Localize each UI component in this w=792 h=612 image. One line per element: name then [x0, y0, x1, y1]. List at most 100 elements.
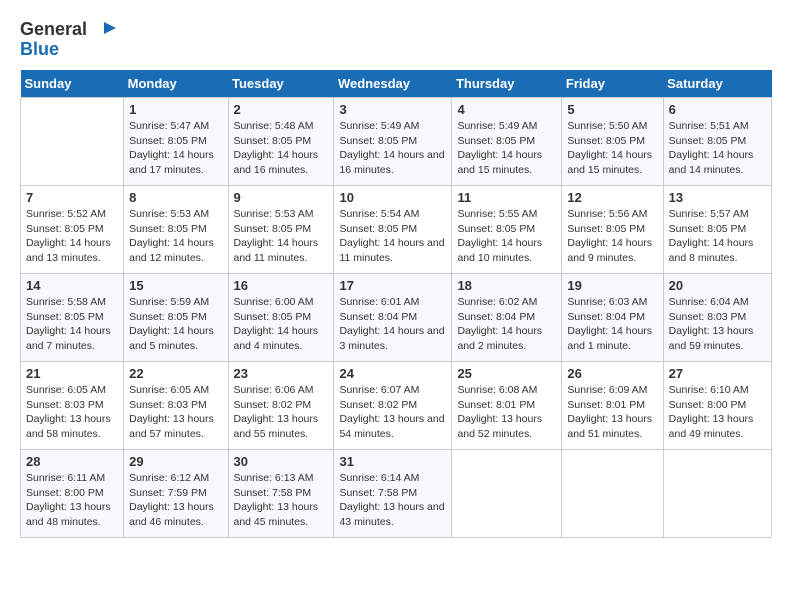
- week-row-4: 21 Sunrise: 6:05 AMSunset: 8:03 PMDayligh…: [21, 362, 772, 450]
- day-info: Sunrise: 5:51 AMSunset: 8:05 PMDaylight:…: [669, 119, 766, 178]
- day-number: 18: [457, 278, 556, 293]
- day-number: 1: [129, 102, 222, 117]
- calendar-cell: 24 Sunrise: 6:07 AMSunset: 8:02 PMDayligh…: [334, 362, 452, 450]
- calendar-cell: 6 Sunrise: 5:51 AMSunset: 8:05 PMDaylight…: [663, 98, 771, 186]
- day-info: Sunrise: 5:54 AMSunset: 8:05 PMDaylight:…: [339, 207, 446, 266]
- day-number: 15: [129, 278, 222, 293]
- calendar-cell: 28 Sunrise: 6:11 AMSunset: 8:00 PMDayligh…: [21, 450, 124, 538]
- day-info: Sunrise: 5:55 AMSunset: 8:05 PMDaylight:…: [457, 207, 556, 266]
- day-info: Sunrise: 5:58 AMSunset: 8:05 PMDaylight:…: [26, 295, 118, 354]
- day-number: 11: [457, 190, 556, 205]
- calendar-cell: 21 Sunrise: 6:05 AMSunset: 8:03 PMDayligh…: [21, 362, 124, 450]
- day-number: 24: [339, 366, 446, 381]
- calendar-cell: 18 Sunrise: 6:02 AMSunset: 8:04 PMDayligh…: [452, 274, 562, 362]
- weekday-header-monday: Monday: [124, 70, 228, 98]
- day-number: 26: [567, 366, 657, 381]
- calendar-cell: 9 Sunrise: 5:53 AMSunset: 8:05 PMDaylight…: [228, 186, 334, 274]
- day-info: Sunrise: 5:56 AMSunset: 8:05 PMDaylight:…: [567, 207, 657, 266]
- calendar-cell: 4 Sunrise: 5:49 AMSunset: 8:05 PMDaylight…: [452, 98, 562, 186]
- day-number: 4: [457, 102, 556, 117]
- calendar-cell: 19Sunrise: 6:03 AMSunset: 8:04 PMDayligh…: [562, 274, 663, 362]
- calendar-cell: 22 Sunrise: 6:05 AMSunset: 8:03 PMDayligh…: [124, 362, 228, 450]
- day-info: Sunrise: 6:11 AMSunset: 8:00 PMDaylight:…: [26, 471, 118, 530]
- day-number: 9: [234, 190, 329, 205]
- day-info: Sunrise: 5:49 AMSunset: 8:05 PMDaylight:…: [339, 119, 446, 178]
- day-info: Sunrise: 6:10 AMSunset: 8:00 PMDaylight:…: [669, 383, 766, 442]
- calendar-cell: 5 Sunrise: 5:50 AMSunset: 8:05 PMDaylight…: [562, 98, 663, 186]
- calendar-cell: 20 Sunrise: 6:04 AMSunset: 8:03 PMDayligh…: [663, 274, 771, 362]
- day-number: 13: [669, 190, 766, 205]
- calendar-cell: 23 Sunrise: 6:06 AMSunset: 8:02 PMDayligh…: [228, 362, 334, 450]
- day-number: 21: [26, 366, 118, 381]
- calendar-cell: [452, 450, 562, 538]
- calendar-cell: 29Sunrise: 6:12 AMSunset: 7:59 PMDayligh…: [124, 450, 228, 538]
- logo-bird-icon: [94, 20, 116, 40]
- day-info: Sunrise: 6:05 AMSunset: 8:03 PMDaylight:…: [26, 383, 118, 442]
- calendar-cell: 27 Sunrise: 6:10 AMSunset: 8:00 PMDayligh…: [663, 362, 771, 450]
- calendar-cell: [562, 450, 663, 538]
- day-info: Sunrise: 6:09 AMSunset: 8:01 PMDaylight:…: [567, 383, 657, 442]
- day-info: Sunrise: 6:01 AMSunset: 8:04 PMDaylight:…: [339, 295, 446, 354]
- day-number: 7: [26, 190, 118, 205]
- day-info: Sunrise: 5:57 AMSunset: 8:05 PMDaylight:…: [669, 207, 766, 266]
- day-number: 20: [669, 278, 766, 293]
- day-info: Sunrise: 6:07 AMSunset: 8:02 PMDaylight:…: [339, 383, 446, 442]
- week-row-3: 14 Sunrise: 5:58 AMSunset: 8:05 PMDayligh…: [21, 274, 772, 362]
- day-number: 31: [339, 454, 446, 469]
- weekday-header-saturday: Saturday: [663, 70, 771, 98]
- calendar-cell: 15 Sunrise: 5:59 AMSunset: 8:05 PMDayligh…: [124, 274, 228, 362]
- day-number: 10: [339, 190, 446, 205]
- day-info: Sunrise: 5:49 AMSunset: 8:05 PMDaylight:…: [457, 119, 556, 178]
- day-info: Sunrise: 5:53 AMSunset: 8:05 PMDaylight:…: [129, 207, 222, 266]
- day-info: Sunrise: 5:48 AMSunset: 8:05 PMDaylight:…: [234, 119, 329, 178]
- day-info: Sunrise: 5:53 AMSunset: 8:05 PMDaylight:…: [234, 207, 329, 266]
- calendar-cell: 14 Sunrise: 5:58 AMSunset: 8:05 PMDayligh…: [21, 274, 124, 362]
- day-number: 8: [129, 190, 222, 205]
- calendar-cell: 2 Sunrise: 5:48 AMSunset: 8:05 PMDaylight…: [228, 98, 334, 186]
- day-info: Sunrise: 6:08 AMSunset: 8:01 PMDaylight:…: [457, 383, 556, 442]
- calendar-cell: 10 Sunrise: 5:54 AMSunset: 8:05 PMDayligh…: [334, 186, 452, 274]
- weekday-header-thursday: Thursday: [452, 70, 562, 98]
- calendar-cell: 17 Sunrise: 6:01 AMSunset: 8:04 PMDayligh…: [334, 274, 452, 362]
- day-info: Sunrise: 6:06 AMSunset: 8:02 PMDaylight:…: [234, 383, 329, 442]
- day-number: 3: [339, 102, 446, 117]
- day-number: 25: [457, 366, 556, 381]
- page-header: General Blue: [20, 20, 772, 60]
- calendar-cell: 7 Sunrise: 5:52 AMSunset: 8:05 PMDaylight…: [21, 186, 124, 274]
- logo-text: General Blue: [20, 20, 118, 60]
- calendar-cell: 31Sunrise: 6:14 AMSunset: 7:58 PMDayligh…: [334, 450, 452, 538]
- day-number: 23: [234, 366, 329, 381]
- day-number: 6: [669, 102, 766, 117]
- day-info: Sunrise: 6:02 AMSunset: 8:04 PMDaylight:…: [457, 295, 556, 354]
- day-number: 19: [567, 278, 657, 293]
- calendar-cell: [663, 450, 771, 538]
- day-info: Sunrise: 6:04 AMSunset: 8:03 PMDaylight:…: [669, 295, 766, 354]
- calendar-cell: 1Sunrise: 5:47 AMSunset: 8:05 PMDaylight…: [124, 98, 228, 186]
- calendar-cell: 25 Sunrise: 6:08 AMSunset: 8:01 PMDayligh…: [452, 362, 562, 450]
- weekday-header-friday: Friday: [562, 70, 663, 98]
- day-number: 27: [669, 366, 766, 381]
- calendar-cell: 26 Sunrise: 6:09 AMSunset: 8:01 PMDayligh…: [562, 362, 663, 450]
- week-row-5: 28 Sunrise: 6:11 AMSunset: 8:00 PMDayligh…: [21, 450, 772, 538]
- day-number: 28: [26, 454, 118, 469]
- day-info: Sunrise: 5:52 AMSunset: 8:05 PMDaylight:…: [26, 207, 118, 266]
- week-row-2: 7 Sunrise: 5:52 AMSunset: 8:05 PMDaylight…: [21, 186, 772, 274]
- day-info: Sunrise: 5:50 AMSunset: 8:05 PMDaylight:…: [567, 119, 657, 178]
- calendar-cell: [21, 98, 124, 186]
- day-number: 22: [129, 366, 222, 381]
- calendar-cell: 12Sunrise: 5:56 AMSunset: 8:05 PMDayligh…: [562, 186, 663, 274]
- day-number: 5: [567, 102, 657, 117]
- day-number: 14: [26, 278, 118, 293]
- day-number: 16: [234, 278, 329, 293]
- day-info: Sunrise: 6:05 AMSunset: 8:03 PMDaylight:…: [129, 383, 222, 442]
- day-number: 2: [234, 102, 329, 117]
- day-info: Sunrise: 5:59 AMSunset: 8:05 PMDaylight:…: [129, 295, 222, 354]
- calendar-cell: 16Sunrise: 6:00 AMSunset: 8:05 PMDayligh…: [228, 274, 334, 362]
- day-number: 29: [129, 454, 222, 469]
- weekday-header-tuesday: Tuesday: [228, 70, 334, 98]
- day-number: 17: [339, 278, 446, 293]
- day-number: 30: [234, 454, 329, 469]
- weekday-header-row: SundayMondayTuesdayWednesdayThursdayFrid…: [21, 70, 772, 98]
- calendar-cell: 8 Sunrise: 5:53 AMSunset: 8:05 PMDaylight…: [124, 186, 228, 274]
- weekday-header-wednesday: Wednesday: [334, 70, 452, 98]
